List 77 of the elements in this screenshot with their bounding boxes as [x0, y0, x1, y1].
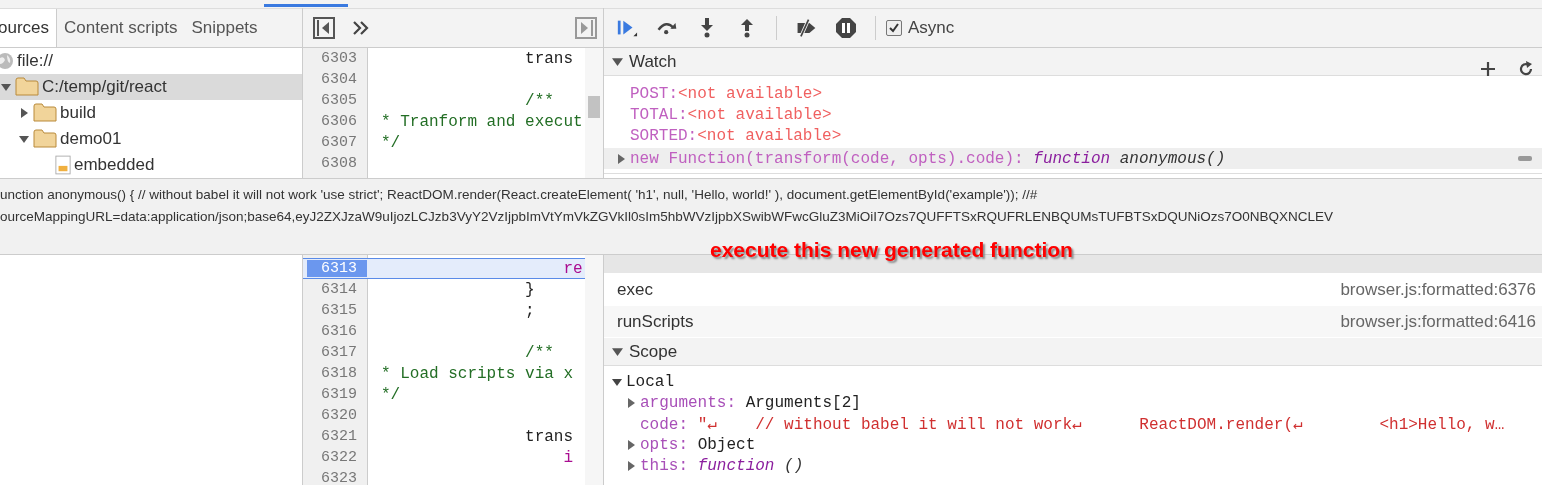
expand-arrow-icon[interactable] — [626, 397, 636, 408]
watch-expression: POST:<not available> — [629, 83, 824, 104]
tooltip-text: ourceMappingURL=data:application/json;base64,eyJ2ZXJzaW9uIjozLCJzb3VyY2VzIjpbImVtYmVkZGVkIl0sIm5hbWVzIjpbXSwibWFwcGluZ3MiOiI7Ozs7QUFFTSxRQUFRLENBQUMsTUFBTSxDQUNiOzs7O0NBQXNCLEV — [0, 208, 1335, 226]
watch-expression: SORTED:<not available> — [629, 125, 843, 146]
annotation-text: execute this new generated function — [710, 238, 1073, 262]
line-number: 6306 — [320, 113, 358, 130]
folder-icon — [15, 77, 39, 97]
expand-arrow-icon[interactable] — [18, 108, 30, 118]
async-checkbox[interactable]: Async — [886, 18, 955, 38]
panel-tab[interactable]: Content scripts — [57, 9, 185, 47]
code-line: */ — [380, 385, 401, 404]
code-line: re — [562, 259, 583, 278]
line-number: 6320 — [320, 407, 358, 424]
call-frame-name[interactable]: exec — [617, 279, 653, 300]
folder-icon — [33, 129, 57, 149]
globe-icon — [0, 52, 14, 70]
code-line: ; — [524, 301, 535, 320]
line-number: 6307 — [320, 134, 358, 151]
pause-on-exceptions-icon[interactable] — [835, 17, 857, 39]
collapse-arrow-icon[interactable] — [612, 346, 623, 357]
code-line: */ — [380, 133, 401, 152]
collapse-arrow-icon[interactable] — [612, 56, 623, 67]
tree-item[interactable]: demo01 — [60, 129, 122, 149]
expand-arrow-icon[interactable] — [626, 439, 636, 450]
scope-property: code: "↵ // without babel it will not work↵ ReactDOM.render(↵ <h1>Hello, w… — [640, 414, 1505, 434]
expand-arrow-icon[interactable] — [0, 82, 12, 92]
scope-header[interactable]: Scope — [604, 338, 1542, 366]
folder-icon — [33, 103, 57, 123]
checkmark-icon[interactable] — [888, 22, 900, 34]
watch-expression: new Function(transform(code, opts).code): function anonymous() — [630, 149, 1226, 168]
scope-label[interactable]: Local — [626, 372, 674, 391]
line-number: 6322 — [320, 449, 358, 466]
scope-property: opts: Object — [640, 435, 756, 454]
tree-item[interactable]: file:// — [17, 51, 53, 71]
code-line: /** — [524, 343, 554, 362]
code-line: * Load scripts via x — [380, 364, 574, 383]
line-number: 6304 — [320, 71, 358, 88]
expand-arrow-icon[interactable] — [18, 134, 30, 144]
expand-arrow-icon[interactable] — [612, 376, 622, 387]
scope-property: this: function () — [640, 456, 804, 475]
expand-arrow-icon[interactable] — [616, 153, 626, 164]
line-number: 6317 — [320, 344, 358, 361]
scope-property: arguments: Arguments[2] — [640, 393, 861, 412]
line-number: 6303 — [320, 50, 358, 67]
add-icon[interactable] — [1480, 60, 1496, 77]
expand-arrow-icon[interactable] — [626, 460, 636, 471]
code-line: /** — [524, 91, 554, 110]
deactivate-breakpoints-icon[interactable] — [795, 17, 817, 39]
watch-expression: TOTAL:<not available> — [629, 104, 833, 125]
call-frame-name[interactable]: runScripts — [617, 311, 694, 332]
line-number: 6319 — [320, 386, 358, 403]
watch-header[interactable]: Watch — [604, 48, 1542, 76]
line-number: 6305 — [320, 92, 358, 109]
panel-tab[interactable]: Snippets — [184, 9, 265, 47]
more-tabs-icon[interactable] — [351, 20, 371, 36]
line-number: 6318 — [320, 365, 358, 382]
js-file-icon — [55, 155, 71, 175]
call-frame-location[interactable]: browser.js:formatted:6376 — [1340, 279, 1536, 300]
line-number: 6321 — [320, 428, 358, 445]
tree-item[interactable]: embedded — [74, 155, 155, 175]
line-number: 6316 — [320, 323, 358, 340]
line-number: 6314 — [320, 281, 358, 298]
code-line: } — [524, 280, 535, 299]
line-number: 6323 — [320, 470, 358, 485]
call-frame-location[interactable]: browser.js:formatted:6416 — [1340, 311, 1536, 332]
refresh-icon[interactable] — [1518, 60, 1534, 77]
tooltip-text: unction anonymous() { // without babel it will not work 'use strict'; ReactDOM.render(React.createElement( 'h1', null, 'Hello, world!' ), document.getElementById('example')); //# — [0, 186, 1039, 204]
line-number: 6315 — [320, 302, 358, 319]
tree-item[interactable]: build — [60, 103, 96, 123]
code-line: trans — [524, 427, 574, 446]
sidebar-toggle-icon[interactable] — [313, 17, 335, 39]
code-line: i — [562, 448, 574, 467]
line-number: 6313 — [307, 260, 367, 277]
sidebar-toggle-icon[interactable] — [575, 17, 597, 39]
code-line: trans — [524, 49, 574, 68]
code-line: * Tranform and execut — [380, 112, 583, 131]
line-number: 6308 — [320, 155, 358, 172]
